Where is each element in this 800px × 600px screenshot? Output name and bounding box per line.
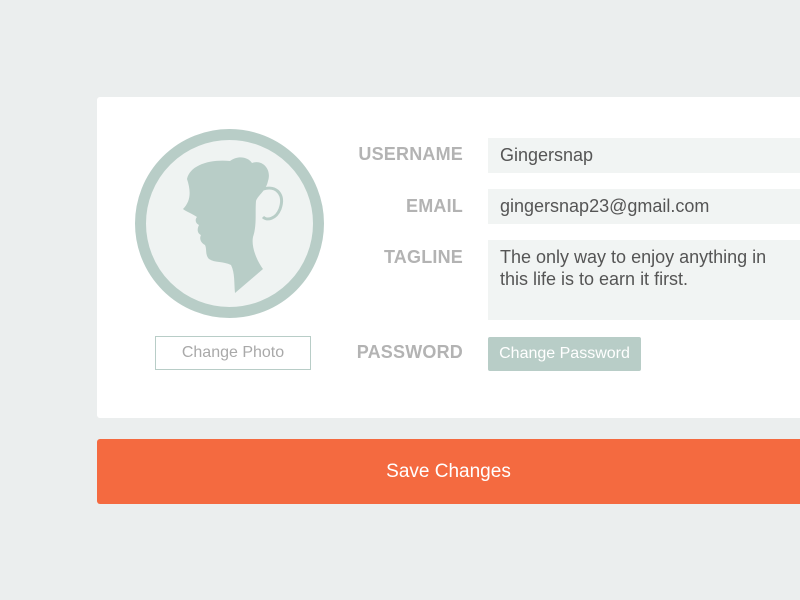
tagline-field[interactable]: The only way to enjoy anything in this l… [488,240,800,320]
profile-card: Change Photo USERNAME Gingersnap EMAIL g… [97,97,800,418]
save-changes-button[interactable]: Save Changes [97,439,800,504]
change-password-button[interactable]: Change Password [488,337,641,371]
username-label: USERNAME [358,144,463,164]
username-field[interactable]: Gingersnap [488,138,800,173]
tagline-label: TAGLINE [383,247,463,267]
email-label: EMAIL [406,196,463,216]
password-label: PASSWORD [356,342,463,362]
email-field[interactable]: gingersnap23@gmail.com [488,189,800,224]
